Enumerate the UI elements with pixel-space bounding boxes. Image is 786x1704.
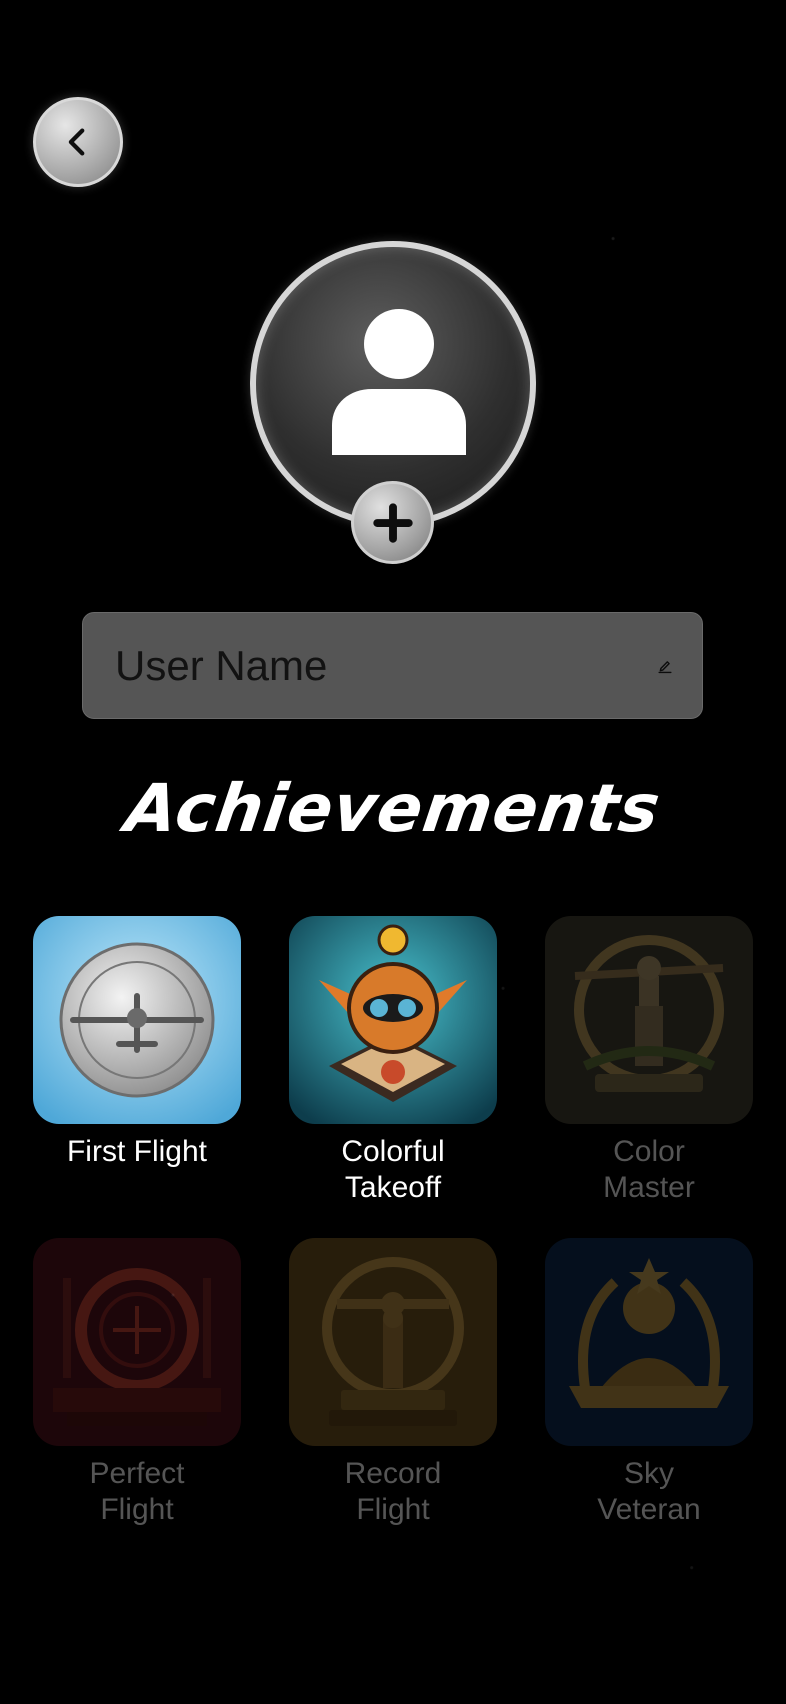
achievement-label: Perfect Flight bbox=[89, 1457, 185, 1526]
achievement-sky-veteran[interactable]: Sky Veteran bbox=[545, 1238, 753, 1528]
pilot-trophy-icon bbox=[545, 916, 753, 1124]
achievement-label: Colorful Takeoff bbox=[341, 1135, 445, 1204]
achievement-label: Sky Veteran bbox=[597, 1457, 701, 1526]
silver-plane-medal-icon bbox=[33, 916, 241, 1124]
user-silhouette-icon bbox=[332, 309, 466, 455]
achievement-label: Color Master bbox=[603, 1135, 695, 1204]
achievement-label: Record Flight bbox=[344, 1457, 442, 1526]
achievement-perfect-flight[interactable]: Perfect Flight bbox=[33, 1238, 241, 1528]
record-plane-trophy-icon bbox=[289, 1238, 497, 1446]
achievement-label: First Flight bbox=[66, 1135, 207, 1168]
pencil-edit-icon[interactable] bbox=[658, 642, 672, 690]
achievement-color-master[interactable]: Color Master bbox=[545, 916, 753, 1206]
achievements-title: Achievements bbox=[120, 770, 666, 847]
veteran-pilot-emblem-icon bbox=[545, 1238, 753, 1446]
ring-target-icon bbox=[33, 1238, 241, 1446]
back-button[interactable] bbox=[33, 97, 123, 187]
chevron-left-icon bbox=[68, 128, 85, 156]
achievement-first-flight[interactable]: First Flight bbox=[33, 916, 241, 1170]
achievement-colorful-takeoff[interactable]: Colorful Takeoff bbox=[289, 916, 497, 1206]
username-field[interactable] bbox=[82, 612, 703, 719]
pilot-helmet-badge-icon bbox=[289, 916, 497, 1124]
username-input[interactable] bbox=[113, 640, 658, 691]
achievement-record-flight[interactable]: Record Flight bbox=[289, 1238, 497, 1528]
add-photo-button[interactable] bbox=[351, 481, 434, 564]
plus-icon bbox=[372, 502, 413, 543]
